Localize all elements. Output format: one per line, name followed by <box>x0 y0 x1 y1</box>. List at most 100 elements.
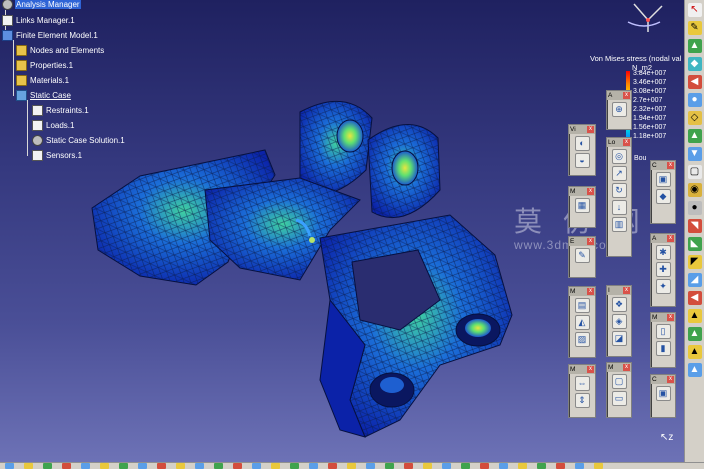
apply-material-icon[interactable] <box>423 463 432 469</box>
tree-node-loads[interactable]: Loads.1 <box>32 119 75 131</box>
mesh-icon[interactable]: ▦ <box>574 198 590 213</box>
rotate-icon[interactable]: ▲ <box>687 363 702 377</box>
magnifier-icon[interactable] <box>499 463 508 469</box>
temperature-icon[interactable]: ▥ <box>611 217 627 232</box>
close-icon[interactable]: x <box>623 364 630 371</box>
zoom-out-icon[interactable] <box>233 463 242 469</box>
measure-icon[interactable]: ⇔ <box>574 376 590 391</box>
moment-icon[interactable]: ↻ <box>611 183 627 198</box>
translate-icon[interactable]: ▲ <box>687 345 702 359</box>
sketch-icon[interactable]: ✎ <box>687 21 702 35</box>
close-icon[interactable]: x <box>667 162 674 169</box>
paste-icon[interactable] <box>119 463 128 469</box>
ground-icon[interactable] <box>480 463 489 469</box>
pad-icon[interactable]: ▲ <box>687 39 702 53</box>
image-icon[interactable]: ❖ <box>611 297 627 312</box>
tree-node-properties[interactable]: Properties.1 <box>16 59 74 71</box>
toolbar-catalog[interactable]: Cx ▣ <box>650 374 676 418</box>
close-icon[interactable]: x <box>587 188 594 195</box>
swap-icon[interactable] <box>328 463 337 469</box>
point-icon[interactable]: ▲ <box>687 129 702 143</box>
properties-icon[interactable] <box>575 463 584 469</box>
filter-icon[interactable] <box>556 463 565 469</box>
pointer-icon[interactable]: ↖ <box>687 3 702 17</box>
print-icon[interactable] <box>62 463 71 469</box>
edit-icon[interactable]: ✎ <box>574 248 590 263</box>
toolbar-mesh-tools[interactable]: Mx ▤ ◭ ▨ <box>568 286 596 358</box>
close-icon[interactable]: x <box>587 288 594 295</box>
plane-icon[interactable]: ◇ <box>687 111 702 125</box>
inertia-icon[interactable]: ⇕ <box>574 393 590 408</box>
line-icon[interactable]: ▼ <box>687 147 702 161</box>
tree-node-static-case[interactable]: Static Case <box>16 89 72 101</box>
box-icon[interactable]: ▢ <box>687 165 702 179</box>
view-icon[interactable]: ◐ <box>574 136 590 151</box>
draft-icon[interactable]: ◥ <box>687 219 702 233</box>
close-icon[interactable]: x <box>623 92 630 99</box>
connection-icon[interactable]: ▢ <box>611 374 627 389</box>
pattern-icon[interactable]: ▲ <box>687 309 702 323</box>
close-icon[interactable]: x <box>667 314 674 321</box>
sensor-icon[interactable]: ✱ <box>655 245 671 260</box>
toolbar-misc[interactable]: Mx ▢ ▭ <box>606 362 632 418</box>
zoom-in-icon[interactable] <box>214 463 223 469</box>
results-icon[interactable]: ◆ <box>655 189 671 204</box>
toolbar-edit[interactable]: Ex ✎ <box>568 236 596 278</box>
toolbar-mesh[interactable]: Mx ▦ <box>568 186 596 228</box>
deform-icon[interactable]: ◒ <box>574 153 590 168</box>
material-icon[interactable]: ▮ <box>655 341 671 356</box>
rotate-view-icon[interactable] <box>195 463 204 469</box>
save-icon[interactable] <box>43 463 52 469</box>
undo-icon[interactable] <box>138 463 147 469</box>
close-icon[interactable]: x <box>587 238 594 245</box>
mirror-icon[interactable]: ◀ <box>687 291 702 305</box>
tree-node-finite-element-model[interactable]: Finite Element Model.1 <box>2 29 99 41</box>
close-icon[interactable]: x <box>667 235 674 242</box>
pan-icon[interactable] <box>176 463 185 469</box>
shading-icon[interactable] <box>290 463 299 469</box>
sphere-icon[interactable]: ● <box>687 201 702 215</box>
close-icon[interactable]: x <box>587 126 594 133</box>
toolbar-model[interactable]: Mx ▯ ▮ <box>650 312 676 368</box>
sag-icon[interactable]: ◭ <box>574 315 590 330</box>
sizing-icon[interactable]: ▨ <box>574 332 590 347</box>
camera-icon[interactable] <box>518 463 527 469</box>
tree-node-nodes-elements[interactable]: Nodes and Elements <box>16 44 105 56</box>
pocket-icon[interactable]: ◆ <box>687 57 702 71</box>
layer-icon[interactable] <box>537 463 546 469</box>
toolbar-image[interactable]: Ix ❖ ◈ ◪ <box>606 285 632 357</box>
stress-legend[interactable]: Von Mises stress (nodal val N_m2 3.84e+0… <box>588 52 684 164</box>
new-icon[interactable] <box>5 463 14 469</box>
cut-icon[interactable] <box>81 463 90 469</box>
close-icon[interactable]: x <box>587 366 594 373</box>
tree-node-links-manager[interactable]: Links Manager.1 <box>2 14 76 26</box>
cut-plane-icon[interactable]: ◪ <box>611 331 627 346</box>
hide-show-icon[interactable] <box>309 463 318 469</box>
catalog-icon[interactable]: ▣ <box>655 386 671 401</box>
lighting-icon[interactable] <box>442 463 451 469</box>
fit-all-icon[interactable] <box>347 463 356 469</box>
pressure-icon[interactable]: ◎ <box>611 149 627 164</box>
force-icon[interactable]: ↗ <box>611 166 627 181</box>
zoom-icon[interactable]: ⊕ <box>611 102 627 117</box>
iso-view-icon[interactable] <box>271 463 280 469</box>
gravity-icon[interactable]: ↓ <box>611 200 627 215</box>
virtual-part-icon[interactable]: ▭ <box>611 391 627 406</box>
local-mesh-icon[interactable]: ▤ <box>574 298 590 313</box>
tree-node-restraints[interactable]: Restraints.1 <box>32 104 90 116</box>
redo-icon[interactable] <box>157 463 166 469</box>
thickness-icon[interactable]: ◤ <box>687 255 702 269</box>
animate-icon[interactable]: ◈ <box>611 314 627 329</box>
tree-node-sensors[interactable]: Sensors.1 <box>32 149 83 161</box>
open-icon[interactable] <box>24 463 33 469</box>
restraint-icon[interactable]: ✚ <box>655 262 671 277</box>
normal-view-icon[interactable] <box>252 463 261 469</box>
toolbar-analysis[interactable]: Ax ⊕ <box>606 90 632 130</box>
toolbar-loads[interactable]: Lo x ◎ ↗ ↻ ↓ ▥ <box>606 137 632 257</box>
toolbar-measure[interactable]: Mx ⇔ ⇕ <box>568 364 596 418</box>
depth-icon[interactable] <box>461 463 470 469</box>
tree-node-materials[interactable]: Materials.1 <box>16 74 70 86</box>
toolbar-view[interactable]: Vi x ◐ ◒ <box>568 124 596 176</box>
tree-node-analysis-manager[interactable]: Analysis Manager <box>2 0 81 10</box>
cylinder-icon[interactable]: ◉ <box>687 183 702 197</box>
